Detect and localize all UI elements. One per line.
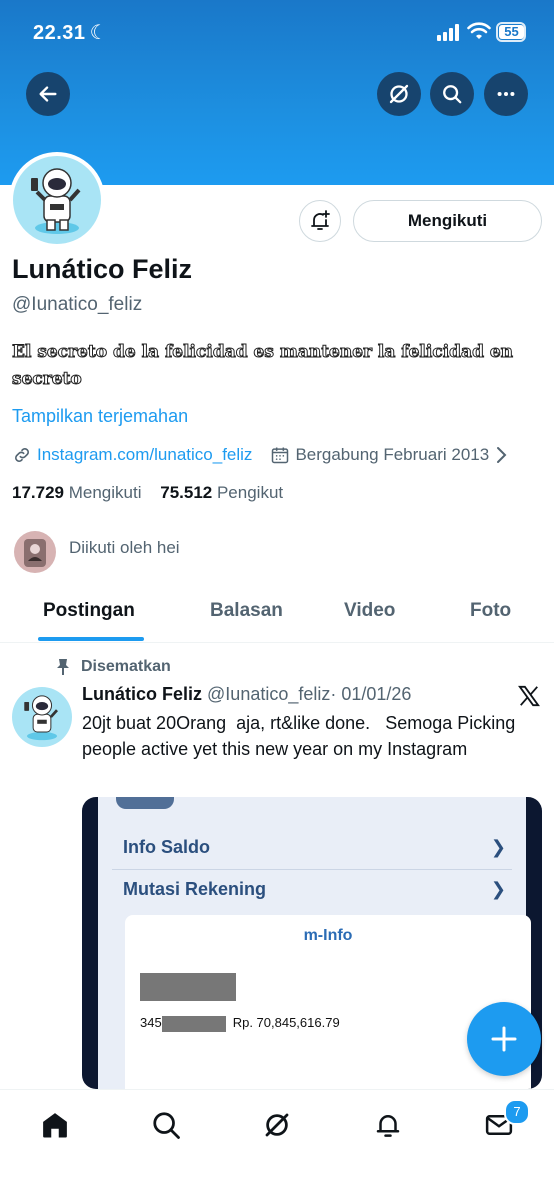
chevron-right-icon[interactable] — [495, 446, 507, 464]
grok-icon — [389, 84, 409, 104]
media-row-info-saldo: Info Saldo — [123, 837, 210, 857]
nav-home[interactable] — [38, 1108, 72, 1142]
post-text: 20jt buat 20Orang aja, rt&like done. Sem… — [82, 713, 521, 759]
profile-bio: El secreto de la felicidad es mantener l… — [12, 342, 514, 390]
pin-icon — [57, 659, 69, 675]
status-time: 22.31 ☾ — [33, 22, 108, 44]
tab-video[interactable]: Video — [344, 600, 395, 622]
profile-link[interactable]: Instagram.com/lunatico_feliz — [37, 445, 252, 465]
x-logo-icon — [518, 685, 540, 707]
media-row-mutasi-rekening: Mutasi Rekening — [123, 879, 267, 899]
wifi-icon — [467, 22, 491, 39]
grok-button[interactable] — [377, 72, 421, 116]
joined-date: Bergabung Februari 2013 — [295, 445, 490, 464]
tab-foto[interactable]: Foto — [470, 600, 511, 622]
back-arrow-icon — [39, 86, 57, 102]
post-author-avatar[interactable] — [12, 687, 72, 747]
astronaut-avatar-image — [24, 695, 59, 741]
battery-icon: 55 — [496, 22, 526, 42]
m-info-title: m-Info — [303, 927, 353, 944]
redacted-block — [140, 973, 236, 1001]
notify-button[interactable] — [299, 200, 341, 242]
nav-search[interactable] — [149, 1108, 183, 1142]
m-info-dialog: m-Info 345 Rp. 70,845,616.79 — [125, 915, 531, 1089]
post-author-name[interactable]: Lunático Feliz — [82, 684, 202, 704]
calendar-icon — [272, 447, 289, 464]
status-bar: 22.31 ☾ 55 — [0, 0, 554, 64]
bell-plus-icon — [311, 210, 330, 230]
more-button[interactable] — [484, 72, 528, 116]
profile-name: Lunático Feliz — [12, 254, 193, 284]
following-stat[interactable]: 17.729 Mengikuti — [12, 483, 142, 502]
battery-level: 55 — [499, 25, 524, 39]
bottom-nav — [0, 1089, 554, 1201]
post-date[interactable]: · 01/01/26 — [330, 684, 411, 704]
followed-by-text[interactable]: Diikuti oleh hei — [69, 538, 180, 558]
signal-icon — [437, 24, 461, 41]
profile-handle: @Iunatico_feliz — [12, 294, 143, 315]
grok-icon — [265, 1113, 289, 1137]
post-header: Lunático Feliz @Iunatico_feliz· 01/01/26 — [82, 684, 411, 705]
home-icon — [43, 1113, 67, 1138]
pinned-indicator: Disematkan — [55, 658, 171, 676]
profile-tabs: Postingan Balasan Video Foto — [0, 590, 554, 643]
moon-icon: ☾ — [89, 22, 108, 44]
bell-icon — [376, 1115, 400, 1137]
tab-postingan[interactable]: Postingan — [43, 600, 135, 622]
account-amount-line: 345 Rp. 70,845,616.79 — [140, 1015, 340, 1032]
compose-button[interactable] — [467, 1002, 541, 1076]
post-author-handle[interactable]: @Iunatico_feliz — [207, 684, 330, 704]
nav-notifications[interactable] — [371, 1108, 405, 1142]
chevron-right-icon: ❯ — [490, 879, 506, 899]
messages-badge: 7 — [504, 1099, 530, 1125]
search-icon — [153, 1112, 180, 1139]
active-tab-indicator — [38, 637, 144, 641]
profile-meta: Instagram.com/lunatico_feliz Bergabung F… — [12, 443, 507, 467]
nav-grok[interactable] — [260, 1108, 294, 1142]
back-button[interactable] — [26, 72, 70, 116]
profile-avatar[interactable] — [9, 152, 105, 248]
link-icon — [15, 448, 29, 462]
search-button[interactable] — [430, 72, 474, 116]
follower-avatar[interactable] — [14, 531, 56, 573]
astronaut-avatar-image — [31, 168, 81, 234]
follow-counts: 17.729 Mengikuti 75.512 Pengikut — [12, 483, 283, 503]
search-icon — [443, 85, 462, 104]
tab-balasan[interactable]: Balasan — [210, 600, 283, 622]
chevron-right-icon: ❯ — [490, 837, 506, 857]
more-icon — [497, 91, 515, 97]
following-button[interactable]: Mengikuti — [353, 200, 542, 242]
translate-link[interactable]: Tampilkan terjemahan — [12, 406, 188, 427]
followers-stat[interactable]: 75.512 Pengikut — [160, 483, 283, 502]
plus-icon — [491, 1026, 517, 1052]
